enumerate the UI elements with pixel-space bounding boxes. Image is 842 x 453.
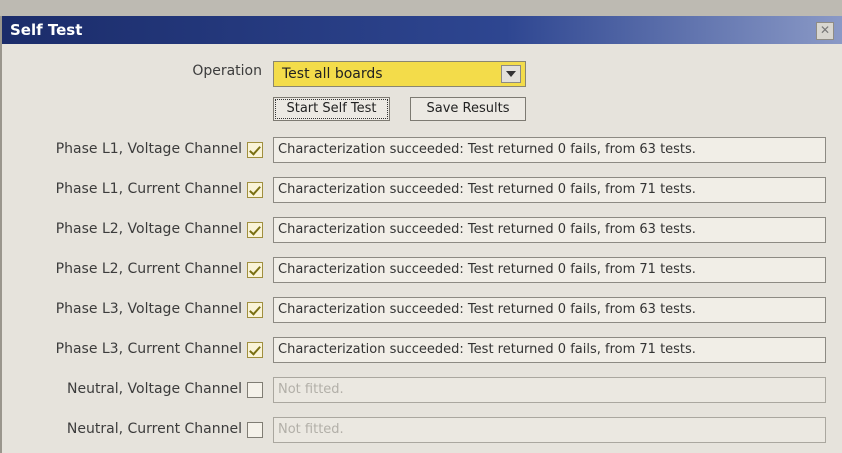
operation-selected-value: Test all boards — [282, 66, 383, 82]
channel-checkbox[interactable] — [247, 422, 263, 438]
channel-label: Phase L3, Voltage Channel — [55, 301, 242, 317]
channel-result-field: Characterization succeeded: Test returne… — [273, 137, 826, 163]
start-self-test-button[interactable]: Start Self Test — [273, 97, 390, 121]
channel-label: Phase L3, Current Channel — [55, 341, 242, 357]
chevron-down-icon[interactable] — [501, 65, 521, 83]
close-icon: ✕ — [819, 23, 831, 37]
channel-label: Phase L2, Voltage Channel — [55, 221, 242, 237]
channel-result-field: Not fitted. — [273, 417, 826, 443]
channel-label: Phase L1, Voltage Channel — [55, 141, 242, 157]
title-bar[interactable]: Self Test ✕ — [2, 16, 842, 44]
channel-result-field: Not fitted. — [273, 377, 826, 403]
channel-label: Neutral, Current Channel — [66, 421, 242, 437]
channel-result-field: Characterization succeeded: Test returne… — [273, 297, 826, 323]
channel-checkbox[interactable] — [247, 182, 263, 198]
channel-label: Phase L2, Current Channel — [55, 261, 242, 277]
channel-checkbox[interactable] — [247, 222, 263, 238]
save-results-button[interactable]: Save Results — [410, 97, 526, 121]
operation-select[interactable]: Test all boards — [273, 61, 526, 87]
channel-label: Neutral, Voltage Channel — [66, 381, 242, 397]
channel-checkbox[interactable] — [247, 342, 263, 358]
channel-result-field: Characterization succeeded: Test returne… — [273, 257, 826, 283]
close-button[interactable]: ✕ — [816, 22, 834, 40]
channel-checkbox[interactable] — [247, 262, 263, 278]
channel-checkbox[interactable] — [247, 302, 263, 318]
channel-result-field: Characterization succeeded: Test returne… — [273, 337, 826, 363]
operation-label: Operation — [192, 63, 262, 79]
channel-result-field: Characterization succeeded: Test returne… — [273, 217, 826, 243]
channel-label: Phase L1, Current Channel — [55, 181, 242, 197]
self-test-dialog: Self Test ✕ Operation Test all boards St… — [0, 16, 842, 453]
window-title: Self Test — [10, 21, 83, 39]
channel-checkbox[interactable] — [247, 142, 263, 158]
channel-result-field: Characterization succeeded: Test returne… — [273, 177, 826, 203]
channel-checkbox[interactable] — [247, 382, 263, 398]
